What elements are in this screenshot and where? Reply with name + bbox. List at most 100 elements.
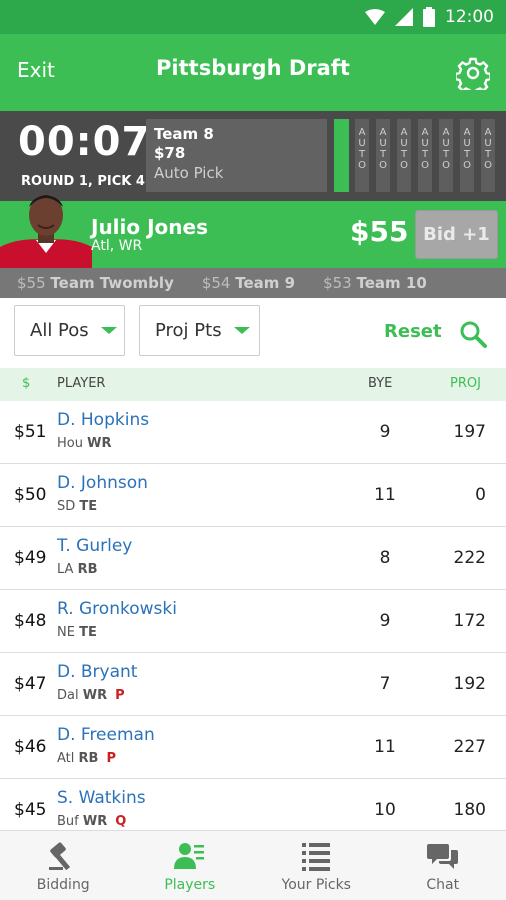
search-icon[interactable] — [459, 320, 487, 348]
row-meta: NE TE — [57, 625, 105, 640]
gavel-icon — [49, 842, 71, 871]
nav-tab-bidding[interactable]: Bidding — [0, 831, 127, 900]
row-player-name[interactable]: D. Hopkins — [57, 410, 149, 430]
row-proj: 172 — [453, 611, 486, 631]
row-bye: 11 — [374, 737, 396, 757]
bid-entry: $55 Team Twombly — [17, 274, 174, 292]
current-pick-card[interactable]: Team 8 $78 Auto Pick — [146, 119, 327, 192]
bid-team: Team Twombly — [50, 274, 174, 292]
injury-flag: Q — [115, 814, 127, 829]
row-player-name[interactable]: T. Gurley — [57, 536, 132, 556]
row-team: SD — [57, 499, 76, 514]
row-team: Dal — [57, 688, 79, 703]
chevron-down-icon — [100, 327, 117, 334]
column-header-price[interactable]: $ — [22, 376, 30, 391]
reset-button[interactable]: Reset — [384, 321, 442, 342]
bid-amount: $54 — [201, 274, 231, 292]
nav-label: Chat — [426, 877, 460, 893]
table-row[interactable]: $47 D. Bryant Dal WR P 7 192 — [0, 653, 506, 716]
app-bar: Exit Pittsburgh Draft — [0, 34, 506, 111]
row-bye: 11 — [374, 485, 396, 505]
row-bye: 9 — [379, 422, 391, 442]
nav-tab-chat[interactable]: Chat — [380, 831, 506, 900]
auto-slot[interactable]: AUTO — [397, 119, 411, 192]
pick-budget: $78 — [154, 144, 186, 162]
auto-slot-label: AUTO — [358, 127, 366, 171]
row-proj: 197 — [453, 422, 486, 442]
table-row[interactable]: $48 R. Gronkowski NE TE 9 172 — [0, 590, 506, 653]
player-list-icon — [173, 843, 204, 869]
status-time: 12:00 — [445, 7, 494, 27]
sort-dropdown-value: Proj Pts — [155, 320, 222, 341]
auto-slot[interactable]: AUTO — [376, 119, 390, 192]
player-team-position: Atl, WR — [91, 238, 143, 254]
page-title: Pittsburgh Draft — [156, 56, 350, 80]
table-row[interactable]: $50 D. Johnson SD TE 11 0 — [0, 464, 506, 527]
injury-flag: P — [115, 688, 125, 703]
auto-slot[interactable]: AUTO — [481, 119, 495, 192]
player-name: Julio Jones — [91, 215, 208, 239]
row-team: NE — [57, 625, 75, 640]
row-bye: 10 — [374, 800, 396, 820]
row-position: RB — [78, 751, 99, 766]
row-team: LA — [57, 562, 74, 577]
bid-entry: $54 Team 9 — [202, 274, 295, 292]
row-player-name[interactable]: R. Gronkowski — [57, 599, 177, 619]
row-meta: Atl RB P — [57, 751, 116, 766]
list-icon — [302, 843, 331, 871]
auto-slot-label: AUTO — [484, 127, 492, 171]
table-row[interactable]: $51 D. Hopkins Hou WR 9 197 — [0, 401, 506, 464]
auto-slot-label: AUTO — [421, 127, 429, 171]
row-meta: Dal WR P — [57, 688, 125, 703]
row-proj: 0 — [475, 485, 486, 505]
bid-plus-one-button[interactable]: Bid +1 — [415, 210, 498, 259]
auto-slot[interactable]: AUTO — [355, 119, 369, 192]
bid-amount: $55 — [17, 274, 46, 292]
injury-flag: P — [106, 751, 116, 766]
sort-dropdown[interactable]: Proj Pts — [139, 305, 260, 356]
current-bid-price: $55 — [350, 215, 409, 248]
row-meta: SD TE — [57, 499, 105, 514]
table-row[interactable]: $49 T. Gurley LA RB 8 222 — [0, 527, 506, 590]
exit-button[interactable]: Exit — [17, 58, 55, 82]
position-dropdown-value: All Pos — [30, 320, 89, 341]
gear-icon[interactable] — [456, 56, 490, 90]
auto-slot[interactable]: AUTO — [439, 119, 453, 192]
column-header-bye[interactable]: BYE — [368, 376, 392, 391]
row-proj: 222 — [453, 548, 486, 568]
auto-slot[interactable]: AUTO — [418, 119, 432, 192]
pick-team: Team 8 — [154, 125, 214, 143]
row-player-name[interactable]: D. Freeman — [57, 725, 155, 745]
column-header-player[interactable]: PLAYER — [57, 376, 105, 391]
row-team: Hou — [57, 436, 83, 451]
bottom-nav: Bidding Players Your Picks Chat — [0, 830, 506, 900]
table-header: $ PLAYER BYE PROJ — [0, 368, 506, 401]
row-meta: Hou WR — [57, 436, 119, 451]
row-player-name[interactable]: D. Bryant — [57, 662, 137, 682]
wifi-icon — [365, 9, 385, 25]
row-player-name[interactable]: S. Watkins — [57, 788, 146, 808]
auto-slot[interactable]: AUTO — [460, 119, 474, 192]
row-player-name[interactable]: D. Johnson — [57, 473, 148, 493]
table-row[interactable]: $46 D. Freeman Atl RB P 11 227 — [0, 716, 506, 779]
row-bye: 8 — [379, 548, 391, 568]
nav-tab-players[interactable]: Players — [127, 831, 254, 900]
chevron-down-icon — [233, 327, 250, 334]
row-position: TE — [79, 625, 97, 640]
nav-tab-your-picks[interactable]: Your Picks — [253, 831, 380, 900]
row-price: $50 — [14, 485, 47, 505]
row-position: RB — [77, 562, 98, 577]
row-position: WR — [82, 814, 108, 829]
row-price: $48 — [14, 611, 47, 631]
row-meta: Buf WR Q — [57, 814, 126, 829]
player-headshot — [0, 185, 92, 268]
column-header-proj[interactable]: PROJ — [450, 376, 481, 391]
battery-icon — [423, 7, 435, 27]
nominated-player-bar: Julio Jones Atl, WR $55 Bid +1 — [0, 194, 506, 268]
row-proj: 180 — [453, 800, 486, 820]
row-position: WR — [87, 436, 112, 451]
position-dropdown[interactable]: All Pos — [14, 305, 125, 356]
row-team: Atl — [57, 751, 75, 766]
row-price: $46 — [14, 737, 47, 757]
row-bye: 7 — [379, 674, 391, 694]
